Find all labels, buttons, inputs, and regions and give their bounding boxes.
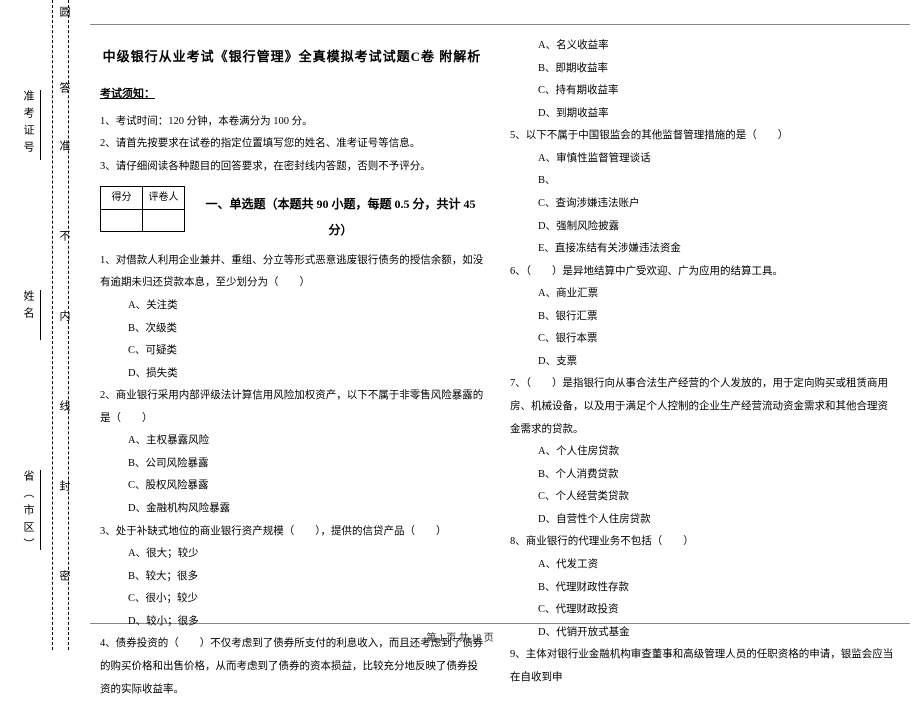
notice-item: 3、请仔细阅读各种题目的回答要求，在密封线内答题，否则不予评分。 <box>100 156 484 179</box>
section-title: 一、单选题（本题共 90 小题，每题 0.5 分，共计 45 分） <box>197 192 484 244</box>
score-cell-blank <box>101 209 143 231</box>
option: D、到期收益率 <box>510 103 894 126</box>
seal-mark: 准 <box>56 140 72 153</box>
question-text: 5、以下不属于中国银监会的其他监督管理措施的是（ ） <box>510 125 894 148</box>
option: D、金融机构风险暴露 <box>100 498 484 521</box>
dashed-rule-2 <box>68 0 69 650</box>
option: D、支票 <box>510 351 894 374</box>
header-rule <box>90 24 910 25</box>
option: D、损失类 <box>100 363 484 386</box>
question-text: 2、商业银行采用内部评级法计算信用风险加权资产，以下不属于非零售风险暴露的是（ … <box>100 385 484 430</box>
option: C、很小；较少 <box>100 588 484 611</box>
option: C、个人经营类贷款 <box>510 486 894 509</box>
region-field-line <box>40 470 41 550</box>
seal-mark: 答 <box>56 82 72 95</box>
score-table: 得分 评卷人 <box>100 186 185 232</box>
left-column: 中级银行从业考试《银行管理》全真模拟考试试题C卷 附解析 考试须知： 1、考试时… <box>90 35 500 615</box>
dashed-rule-1 <box>52 0 53 650</box>
option: C、可疑类 <box>100 340 484 363</box>
option: A、关注类 <box>100 295 484 318</box>
notice-item: 2、请首先按要求在试卷的指定位置填写您的姓名、准考证号等信息。 <box>100 133 484 156</box>
option: C、查询涉嫌违法账户 <box>510 193 894 216</box>
seal-mark: 圆 <box>56 6 72 19</box>
question-text: 6、（ ）是异地结算中广受欢迎、广为应用的结算工具。 <box>510 261 894 284</box>
option: A、名义收益率 <box>510 35 894 58</box>
option: B、银行汇票 <box>510 306 894 329</box>
question-text: 1、对借款人利用企业兼并、重组、分立等形式恶意逃废银行债务的授信余额，如没有逾期… <box>100 250 484 295</box>
question-text: 9、主体对银行业金融机构审查董事和高级管理人员的任职资格的申请，银监会应当在自收… <box>510 644 894 689</box>
option: A、代发工资 <box>510 554 894 577</box>
question-text: 8、商业银行的代理业务不包括（ ） <box>510 531 894 554</box>
seal-mark: 线 <box>56 400 72 413</box>
option: C、代理财政投资 <box>510 599 894 622</box>
seal-mark: 密 <box>56 570 72 583</box>
region-field-label: 省（市区） <box>20 470 36 555</box>
option: C、银行本票 <box>510 328 894 351</box>
exam-title: 中级银行从业考试《银行管理》全真模拟考试试题C卷 附解析 <box>100 43 484 71</box>
score-cell-label: 得分 <box>101 187 143 210</box>
notice-item: 1、考试时间：120 分钟，本卷满分为 100 分。 <box>100 111 484 134</box>
page-body: 中级银行从业考试《银行管理》全真模拟考试试题C卷 附解析 考试须知： 1、考试时… <box>90 35 910 615</box>
option: B、较大；很多 <box>100 566 484 589</box>
page-footer: 第 1 页 共 18 页 <box>0 629 920 644</box>
score-cell-blank <box>143 209 185 231</box>
question-text: 7、（ ）是指银行向从事合法生产经营的个人发放的，用于定向购买或租赁商用房、机械… <box>510 373 894 441</box>
seal-mark: 封 <box>56 480 72 493</box>
option: C、股权风险暴露 <box>100 475 484 498</box>
option: B、即期收益率 <box>510 58 894 81</box>
option: C、持有期收益率 <box>510 80 894 103</box>
option: D、强制风险披露 <box>510 216 894 239</box>
right-column: A、名义收益率 B、即期收益率 C、持有期收益率 D、到期收益率 5、以下不属于… <box>500 35 910 615</box>
option: A、很大；较少 <box>100 543 484 566</box>
score-cell-label: 评卷人 <box>143 187 185 210</box>
seal-mark: 内 <box>56 310 72 323</box>
option: B、次级类 <box>100 318 484 341</box>
name-field-label: 姓名 <box>20 290 36 324</box>
id-field-line <box>40 90 41 160</box>
option: B、个人消费贷款 <box>510 464 894 487</box>
binding-column: 圆 答 准 不 内 线 封 密 准考证号 姓名 省（市区） <box>0 0 90 650</box>
option: A、审慎性监督管理谈话 <box>510 148 894 171</box>
option: A、商业汇票 <box>510 283 894 306</box>
option: A、个人住房贷款 <box>510 441 894 464</box>
seal-mark: 不 <box>56 230 72 243</box>
option: B、 <box>510 170 894 193</box>
option: B、公司风险暴露 <box>100 453 484 476</box>
option: D、自营性个人住房贷款 <box>510 509 894 532</box>
option: B、代理财政性存款 <box>510 577 894 600</box>
option: E、直接冻结有关涉嫌违法资金 <box>510 238 894 261</box>
question-text: 3、处于补缺式地位的商业银行资产规模（ ），提供的信贷产品（ ） <box>100 521 484 544</box>
option: A、主权暴露风险 <box>100 430 484 453</box>
id-field-label: 准考证号 <box>20 90 36 158</box>
name-field-line <box>40 290 41 340</box>
notice-heading: 考试须知： <box>100 83 484 107</box>
